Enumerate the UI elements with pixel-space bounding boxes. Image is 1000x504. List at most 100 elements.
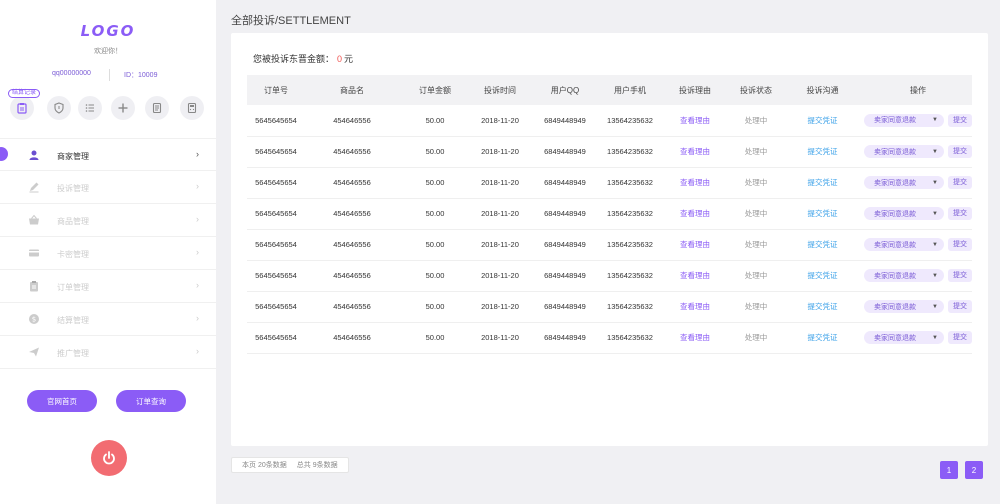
submit-proof-link[interactable]: 提交凭证 bbox=[781, 136, 864, 168]
sidebar-item-label: 订单管理 bbox=[57, 283, 89, 292]
order-query-button[interactable]: 订单查询 bbox=[116, 390, 186, 412]
refund-action-select[interactable]: 卖家同意退款 ▼ bbox=[864, 238, 944, 251]
complaint-amount-unit: 元 bbox=[344, 54, 354, 64]
sidebar-item-complaints[interactable]: 投诉管理 › bbox=[0, 171, 216, 204]
submit-proof-link[interactable]: 提交凭证 bbox=[781, 198, 864, 230]
list-icon[interactable] bbox=[78, 96, 102, 120]
product-name: 454646556 bbox=[305, 136, 399, 168]
user-phone: 13564235632 bbox=[601, 229, 659, 261]
column-header: 操作 bbox=[864, 75, 972, 105]
view-reason-link[interactable]: 查看理由 bbox=[659, 260, 731, 292]
calculator-icon[interactable] bbox=[180, 96, 204, 120]
submit-proof-link[interactable]: 提交凭证 bbox=[781, 260, 864, 292]
quick-actions bbox=[0, 96, 216, 120]
settlement-record-badge[interactable]: 结算记录 bbox=[8, 89, 41, 98]
submit-button[interactable]: 提交 bbox=[948, 238, 972, 251]
order-amount: 50.00 bbox=[399, 260, 471, 292]
submit-proof-link[interactable]: 提交凭证 bbox=[781, 322, 864, 354]
refund-action-select[interactable]: 卖家同意退款 ▼ bbox=[864, 145, 944, 158]
submit-proof-link[interactable]: 提交凭证 bbox=[781, 167, 864, 199]
plus-icon[interactable] bbox=[111, 96, 135, 120]
complaint-status: 处理中 bbox=[731, 136, 781, 168]
view-reason-link[interactable]: 查看理由 bbox=[659, 105, 731, 137]
column-header: 用户手机 bbox=[601, 75, 659, 105]
sidebar-item-label: 商品管理 bbox=[57, 217, 89, 226]
submit-proof-link[interactable]: 提交凭证 bbox=[781, 291, 864, 323]
chevron-right-icon: › bbox=[196, 214, 199, 224]
shield-icon[interactable] bbox=[47, 96, 71, 120]
submit-proof-link[interactable]: 提交凭证 bbox=[781, 229, 864, 261]
page-info: 本页 20条数据 总共 9条数据 bbox=[231, 457, 349, 473]
sidebar-item-label: 投诉管理 bbox=[57, 184, 89, 193]
table-row: 5645645654 454646556 50.00 2018-11-20 684944… bbox=[247, 260, 972, 292]
complaint-time: 2018-11-20 bbox=[471, 105, 529, 137]
refund-action-value: 卖家同意退款 bbox=[874, 148, 916, 156]
refund-action-select[interactable]: 卖家同意退款 ▼ bbox=[864, 113, 944, 127]
chevron-right-icon: › bbox=[196, 181, 199, 191]
refund-action-select[interactable]: 卖家同意退款 ▼ bbox=[864, 207, 944, 220]
active-indicator bbox=[0, 147, 8, 161]
refund-action-select[interactable]: 卖家同意退款 ▼ bbox=[864, 331, 944, 344]
order-amount: 50.00 bbox=[399, 322, 471, 354]
submit-button[interactable]: 提交 bbox=[948, 145, 972, 158]
view-reason-link[interactable]: 查看理由 bbox=[659, 167, 731, 199]
view-reason-link[interactable]: 查看理由 bbox=[659, 229, 731, 261]
power-icon[interactable] bbox=[91, 440, 127, 476]
user-icon bbox=[29, 150, 39, 160]
refund-action-value: 卖家同意退款 bbox=[874, 117, 916, 125]
submit-button[interactable]: 提交 bbox=[948, 113, 972, 127]
sidebar-item-settlement[interactable]: $ 结算管理 › bbox=[0, 303, 216, 336]
view-reason-link[interactable]: 查看理由 bbox=[659, 198, 731, 230]
sidebar-item-orders[interactable]: 订单管理 › bbox=[0, 270, 216, 303]
refund-action-select[interactable]: 卖家同意退款 ▼ bbox=[864, 269, 944, 282]
column-header: 投诉理由 bbox=[659, 75, 731, 105]
caret-down-icon: ▼ bbox=[932, 241, 938, 248]
table-row: 5645645654 454646556 50.00 2018-11-20 684944… bbox=[247, 291, 972, 323]
sidebar-item-promotion[interactable]: 推广管理 › bbox=[0, 336, 216, 369]
submit-button[interactable]: 提交 bbox=[948, 300, 972, 313]
page-button-2[interactable]: 2 bbox=[965, 461, 983, 479]
chevron-right-icon: › bbox=[196, 346, 199, 356]
view-reason-link[interactable]: 查看理由 bbox=[659, 136, 731, 168]
user-qq: 6849448949 bbox=[529, 229, 601, 261]
sidebar: LOGO 欢迎你！ qq00000000 ID：10009 结算记录 商家管理 bbox=[0, 0, 216, 504]
home-button[interactable]: 官网首页 bbox=[27, 390, 97, 412]
submit-proof-link[interactable]: 提交凭证 bbox=[781, 105, 864, 137]
submit-button[interactable]: 提交 bbox=[948, 207, 972, 220]
sidebar-item-cards[interactable]: 卡密管理 › bbox=[0, 237, 216, 270]
page-count: 20条数据 bbox=[257, 462, 287, 469]
refund-action-select[interactable]: 卖家同意退款 ▼ bbox=[864, 176, 944, 189]
card-icon bbox=[29, 249, 39, 257]
complaint-amount-label: 您被投诉东晋金额： bbox=[253, 54, 335, 64]
action-cell: 卖家同意退款 ▼ 提交 bbox=[864, 229, 972, 261]
caret-down-icon: ▼ bbox=[932, 303, 938, 310]
caret-down-icon: ▼ bbox=[932, 148, 938, 155]
user-qq: 6849448949 bbox=[529, 167, 601, 199]
user-qq: 6849448949 bbox=[529, 136, 601, 168]
chevron-right-icon: › bbox=[196, 247, 199, 257]
refund-action-value: 卖家同意退款 bbox=[874, 334, 916, 342]
order-number: 5645645654 bbox=[247, 136, 305, 168]
complaints-card: 您被投诉东晋金额： 0 元 订单号 商品名 订单金额 投诉时间 用户QQ 用户手机 … bbox=[231, 33, 988, 446]
breadcrumb: 全部投诉/SETTLEMENT bbox=[231, 15, 351, 27]
submit-button[interactable]: 提交 bbox=[948, 269, 972, 282]
submit-button[interactable]: 提交 bbox=[948, 176, 972, 189]
order-number: 5645645654 bbox=[247, 322, 305, 354]
view-reason-link[interactable]: 查看理由 bbox=[659, 291, 731, 323]
user-qq: 6849448949 bbox=[529, 322, 601, 354]
refund-action-value: 卖家同意退款 bbox=[874, 303, 916, 311]
refund-action-select[interactable]: 卖家同意退款 ▼ bbox=[864, 300, 944, 313]
view-reason-link[interactable]: 查看理由 bbox=[659, 322, 731, 354]
complaint-time: 2018-11-20 bbox=[471, 136, 529, 168]
complaint-time: 2018-11-20 bbox=[471, 229, 529, 261]
page-button-1[interactable]: 1 bbox=[940, 461, 958, 479]
order-amount: 50.00 bbox=[399, 105, 471, 137]
refund-action-value: 卖家同意退款 bbox=[874, 272, 916, 280]
document-icon[interactable] bbox=[145, 96, 169, 120]
total-count: 9条数据 bbox=[312, 462, 338, 469]
sidebar-item-products[interactable]: 商品管理 › bbox=[0, 204, 216, 237]
complaint-status: 处理中 bbox=[731, 291, 781, 323]
sidebar-item-merchant[interactable]: 商家管理 › bbox=[0, 138, 216, 171]
clipboard-icon[interactable] bbox=[10, 96, 34, 120]
submit-button[interactable]: 提交 bbox=[948, 331, 972, 344]
